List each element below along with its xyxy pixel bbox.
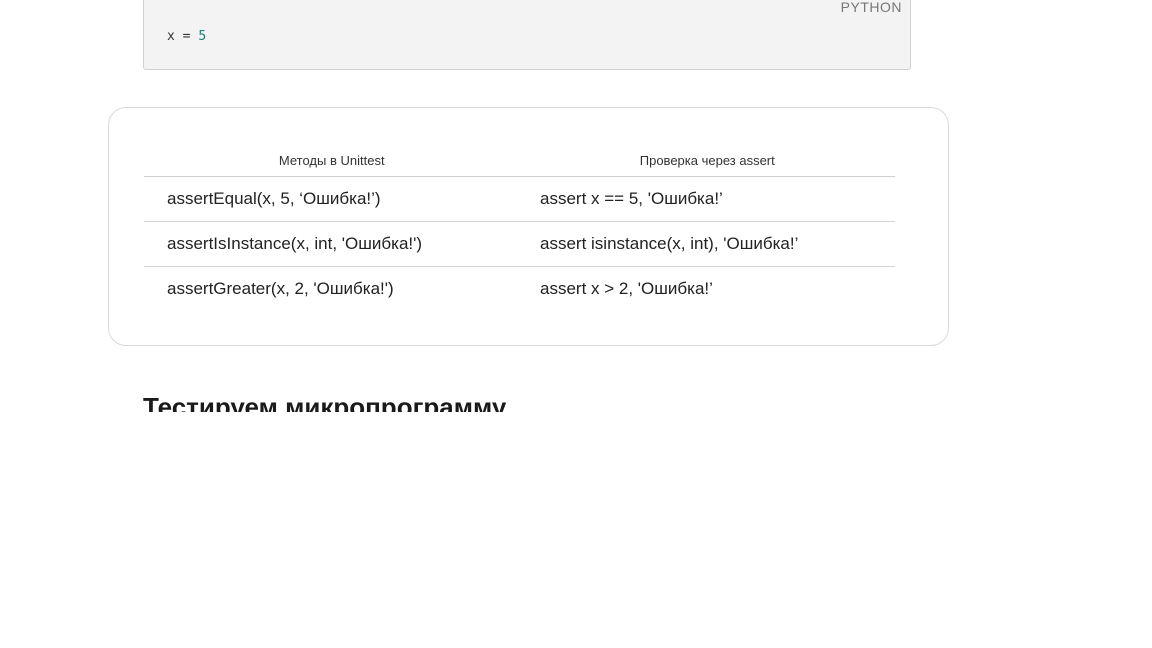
table-header-row: Методы в Unittest Проверка через assert — [144, 143, 895, 177]
table-cell-assert: assert x > 2, 'Ошибка!’ — [540, 279, 713, 298]
code-number: 5 — [198, 29, 207, 44]
comparison-table-card: Методы в Unittest Проверка через assert … — [108, 107, 949, 346]
section-heading: Тестируем микропрограмму — [143, 392, 507, 412]
code-line: x = 5 — [167, 29, 206, 44]
table-header-assert: Проверка через assert — [639, 153, 775, 168]
table-cell-unittest: assertGreater(x, 2, 'Ошибка!') — [167, 279, 394, 298]
table-cell-unittest: assertEqual(x, 5, ‘Ошибка!’) — [167, 189, 381, 208]
table-row: assertIsInstance(x, int, 'Ошибка!') asse… — [144, 222, 895, 267]
code-text: x = — [167, 29, 199, 44]
article-page: PYTHON x = 5 Методы в Unittest Проверка … — [0, 0, 1152, 648]
table-cell-unittest: assertIsInstance(x, int, 'Ошибка!') — [167, 234, 423, 253]
comparison-table: Методы в Unittest Проверка через assert … — [144, 143, 895, 311]
code-language-label: PYTHON — [840, 0, 902, 15]
table-cell-assert: assert x == 5, 'Ошибка!’ — [540, 189, 723, 208]
table-header-unittest: Методы в Unittest — [278, 153, 385, 168]
code-block[interactable]: PYTHON x = 5 — [143, 0, 911, 70]
table-cell-assert: assert isinstance(x, int), 'Ошибка!’ — [540, 234, 799, 253]
table-row: assertGreater(x, 2, 'Ошибка!') assert x … — [144, 267, 895, 311]
table-row: assertEqual(x, 5, ‘Ошибка!’) assert x ==… — [144, 177, 895, 222]
